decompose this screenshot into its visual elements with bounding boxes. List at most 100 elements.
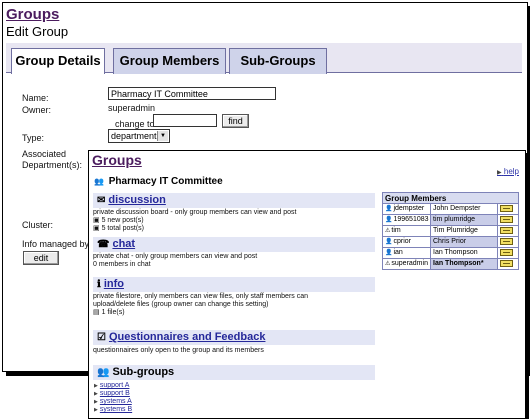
tab-bar: Group Details Group Members Sub-Groups bbox=[6, 43, 522, 74]
type-select-value: department bbox=[111, 131, 157, 141]
message-cell bbox=[498, 237, 519, 248]
page-title[interactable]: Groups bbox=[6, 6, 59, 23]
table-row: ⚠tim Tim Plumridge bbox=[382, 226, 519, 237]
overview-title[interactable]: Groups bbox=[92, 152, 142, 169]
total-posts-text: 5 total post(s) bbox=[101, 225, 144, 232]
group-name-input[interactable]: Pharmacy IT Committee bbox=[108, 87, 276, 100]
user-icon: 👤 bbox=[385, 217, 393, 223]
table-row: 👤jdempster John Dempster bbox=[382, 204, 519, 215]
user-warning-icon: ⚠ bbox=[385, 228, 391, 234]
questionnaire-icon: ☑ bbox=[97, 332, 106, 343]
chevron-down-icon: ▼ bbox=[157, 131, 168, 141]
tab-group-details[interactable]: Group Details bbox=[11, 48, 105, 74]
table-row: 👤199651083 tim plumridge bbox=[382, 215, 519, 226]
owner-value: superadmin bbox=[108, 103, 156, 113]
change-to-label: change to: bbox=[115, 119, 158, 129]
associated-label-line2: Department(s): bbox=[22, 160, 83, 170]
associated-departments-label: Associated Department(s): bbox=[22, 149, 92, 171]
group-name-heading: 👥 Pharmacy IT Committee bbox=[94, 176, 223, 187]
discussion-link[interactable]: discussion bbox=[108, 194, 165, 206]
message-cell bbox=[498, 259, 519, 270]
file-icon: ▤ bbox=[93, 309, 100, 316]
chat-link[interactable]: chat bbox=[112, 238, 135, 250]
questionnaires-link[interactable]: Questionnaires and Feedback bbox=[109, 331, 266, 343]
change-owner-input[interactable] bbox=[153, 114, 217, 127]
arrow-right-icon: ▶ bbox=[94, 383, 98, 389]
member-id: jdempster bbox=[393, 205, 425, 212]
envelope-icon[interactable] bbox=[500, 205, 513, 212]
member-id: tim bbox=[391, 227, 401, 234]
member-id-cell: ⚠tim bbox=[383, 226, 431, 237]
subgroup-link[interactable]: support A bbox=[100, 382, 130, 389]
info-desc-line2: upload/delete files (group owner can cha… bbox=[93, 301, 269, 308]
section-questionnaires: ☑ Questionnaires and Feedback bbox=[93, 330, 375, 345]
group-members-panel: Group Members 👤jdempster John Dempster 👤… bbox=[382, 192, 519, 270]
subgroup-link[interactable]: systems B bbox=[100, 406, 132, 413]
total-posts-line: ▣ 5 total post(s) bbox=[93, 225, 377, 233]
member-id-cell: 👤199651083 bbox=[383, 215, 431, 226]
tab-group-members[interactable]: Group Members bbox=[113, 48, 226, 74]
subgroup-link[interactable]: systems A bbox=[100, 398, 132, 405]
edit-button[interactable]: edit bbox=[23, 251, 59, 265]
total-posts-icon: ▣ bbox=[93, 225, 100, 232]
table-row: ⚠superadmin Ian Thompson* bbox=[382, 259, 519, 270]
info-link[interactable]: info bbox=[104, 278, 124, 290]
member-id-cell: ⚠superadmin bbox=[383, 259, 431, 270]
discussion-desc-text: private discussion board - only group me… bbox=[93, 209, 297, 216]
info-managed-by-label: Info managed by: bbox=[22, 239, 92, 249]
list-item: ▶ systems B bbox=[94, 406, 132, 414]
table-row: 👤ian Ian Thompson bbox=[382, 248, 519, 259]
message-cell bbox=[498, 248, 519, 259]
user-icon: 👤 bbox=[385, 206, 393, 212]
name-label: Name: bbox=[22, 93, 49, 103]
info-description: private filestore, only members can view… bbox=[93, 293, 377, 317]
tab-sub-groups[interactable]: Sub-Groups bbox=[229, 48, 327, 74]
group-people-icon: 👥 bbox=[94, 177, 104, 186]
member-name-cell: Tim Plumridge bbox=[431, 226, 498, 237]
group-overview-window: Groups ▶ help 👥 Pharmacy IT Committee ✉ d… bbox=[88, 150, 526, 419]
list-item: ▶ support B bbox=[94, 390, 132, 398]
discussion-icon: ✉ bbox=[97, 195, 106, 206]
envelope-icon[interactable] bbox=[500, 216, 513, 223]
user-warning-icon: ⚠ bbox=[385, 261, 391, 267]
envelope-icon[interactable] bbox=[500, 260, 513, 267]
list-item: ▶ systems A bbox=[94, 398, 132, 406]
member-id: 199651083 bbox=[393, 216, 429, 223]
envelope-icon[interactable] bbox=[500, 249, 513, 256]
page-subtitle: Edit Group bbox=[6, 24, 69, 39]
subgroups-heading: Sub-groups bbox=[112, 366, 175, 378]
help-label: help bbox=[503, 167, 519, 176]
member-id-cell: 👤jdempster bbox=[383, 204, 431, 215]
list-item: ▶ support A bbox=[94, 382, 132, 390]
help-arrow-icon: ▶ bbox=[497, 170, 502, 176]
chat-desc-text: private chat - only group members can vi… bbox=[93, 253, 258, 260]
chat-members-text: 0 members in chat bbox=[93, 261, 151, 268]
group-name-text: Pharmacy IT Committee bbox=[108, 176, 223, 187]
questionnaires-description: questionnaires only open to the group an… bbox=[93, 347, 264, 354]
associated-label-line1: Associated bbox=[22, 149, 67, 159]
subgroup-link[interactable]: support B bbox=[100, 390, 130, 397]
arrow-right-icon: ▶ bbox=[94, 399, 98, 405]
member-id: superadmin bbox=[391, 260, 428, 267]
find-button[interactable]: find bbox=[222, 114, 249, 128]
info-icon: ℹ bbox=[97, 279, 101, 290]
section-subgroups: 👥 Sub-groups bbox=[93, 365, 375, 380]
cluster-label: Cluster: bbox=[22, 220, 54, 230]
member-name-cell: tim plumridge bbox=[431, 215, 498, 226]
owner-label: Owner: bbox=[22, 105, 52, 115]
arrow-right-icon: ▶ bbox=[94, 407, 98, 413]
envelope-icon[interactable] bbox=[500, 238, 513, 245]
subgroups-icon: 👥 bbox=[97, 367, 110, 378]
help-link[interactable]: ▶ help bbox=[497, 167, 519, 176]
chat-description: private chat - only group members can vi… bbox=[93, 253, 377, 269]
envelope-icon[interactable] bbox=[500, 227, 513, 234]
type-label: Type: bbox=[22, 133, 45, 143]
type-select[interactable]: department ▼ bbox=[108, 129, 170, 143]
group-members-heading: Group Members bbox=[382, 192, 519, 204]
member-name-cell: John Dempster bbox=[431, 204, 498, 215]
message-cell bbox=[498, 226, 519, 237]
section-chat: ☎ chat bbox=[93, 237, 375, 252]
member-id-cell: 👤ian bbox=[383, 248, 431, 259]
subgroup-list: ▶ support A ▶ support B ▶ systems A ▶ system… bbox=[94, 382, 132, 414]
files-count-text: 1 file(s) bbox=[101, 309, 125, 316]
